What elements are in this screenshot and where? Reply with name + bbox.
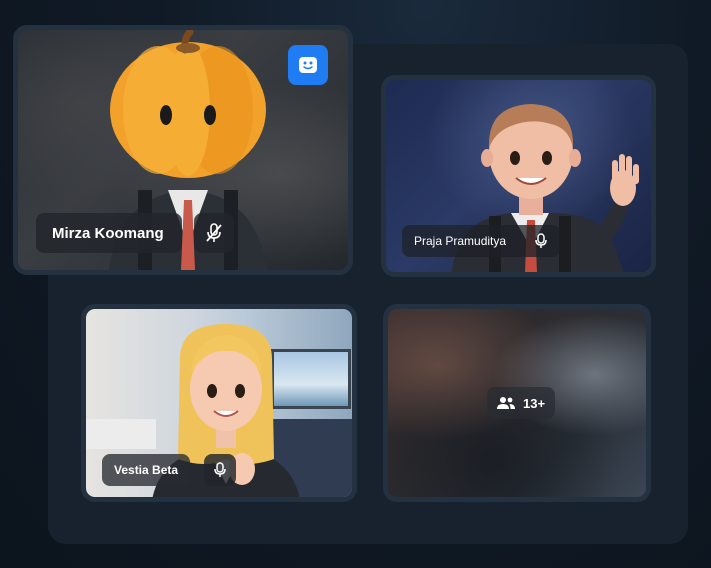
overflow-count-chip[interactable]: 13+ (487, 387, 556, 419)
overflow-participants-tile[interactable]: 13+ (383, 304, 651, 502)
people-icon (497, 397, 515, 409)
mic-muted-chip[interactable] (194, 213, 234, 253)
participant-tile-mirza[interactable]: Mirza Koomang (13, 25, 353, 275)
participant-name: Mirza Koomang (52, 224, 164, 242)
participant-name-chip: Vestia Beta (102, 454, 191, 486)
overflow-count: 13+ (523, 395, 546, 411)
app-logo-icon (299, 57, 317, 73)
mic-muted-icon (206, 223, 222, 242)
participant-tile-praja[interactable]: Praja Pramuditya (381, 75, 656, 277)
mic-chip[interactable] (204, 454, 236, 486)
participant-name-chip: Praja Pramuditya (402, 225, 561, 257)
participant-name: Praja Pramuditya (414, 234, 507, 248)
mic-icon (214, 462, 226, 477)
participant-name: Vestia Beta (114, 463, 179, 477)
participant-name-chip: Mirza Koomang (36, 213, 182, 253)
mic-icon (535, 233, 547, 248)
app-badge[interactable] (288, 45, 328, 85)
participant-tile-vestia[interactable]: Vestia Beta (81, 304, 357, 502)
